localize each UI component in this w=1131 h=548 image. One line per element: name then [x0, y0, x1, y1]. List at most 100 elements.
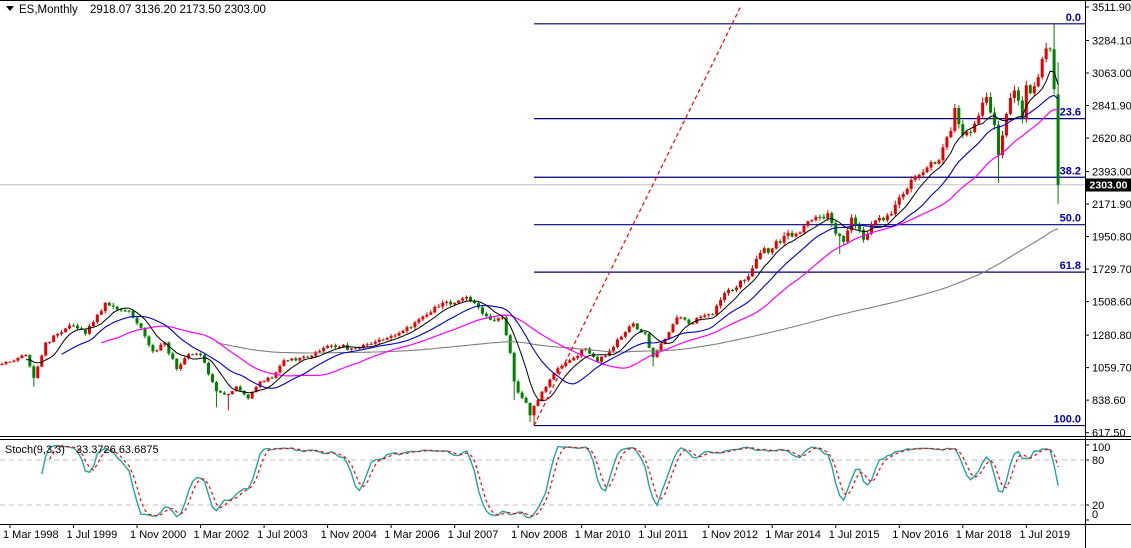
- candle-body: [481, 307, 484, 313]
- candle-body: [517, 382, 520, 393]
- candle-body: [703, 315, 706, 317]
- candle-body: [1033, 86, 1036, 93]
- fib-label-23.6: 23.6: [1060, 107, 1081, 119]
- indicator-plot-area[interactable]: [0, 441, 1085, 524]
- candle-body: [894, 205, 897, 214]
- candle-body: [322, 348, 325, 351]
- candle-body: [302, 357, 305, 358]
- candle-body: [219, 391, 222, 393]
- candle-body: [624, 332, 627, 337]
- candle-body: [433, 307, 436, 313]
- candle-body: [100, 311, 103, 314]
- candle-body: [1053, 49, 1056, 89]
- candle-body: [521, 393, 524, 398]
- candle-body: [290, 358, 293, 360]
- candle-body: [72, 325, 75, 326]
- candle-body: [1017, 90, 1020, 100]
- candle-body: [803, 226, 806, 233]
- candle-body: [84, 330, 87, 334]
- candle-body: [449, 302, 452, 305]
- candle-body: [652, 348, 655, 357]
- candle-body: [437, 307, 440, 308]
- candle-body: [56, 334, 59, 336]
- candle-body: [402, 331, 405, 333]
- fib-label-61.8: 61.8: [1060, 260, 1081, 272]
- time-axis[interactable]: [0, 525, 1085, 548]
- candle-body: [842, 236, 845, 242]
- candle-body: [421, 317, 424, 320]
- candle-body: [930, 162, 933, 167]
- candle-body: [394, 335, 397, 336]
- candle-body: [413, 322, 416, 327]
- candle-body: [334, 346, 337, 347]
- candle-body: [12, 361, 15, 362]
- fib-label-0.0: 0.0: [1066, 12, 1081, 24]
- candle-body: [382, 340, 385, 341]
- candle-body: [342, 345, 345, 347]
- candle-body: [155, 350, 158, 351]
- fib-label-50.0: 50.0: [1060, 213, 1081, 225]
- candle-body: [747, 276, 750, 279]
- candle-body: [390, 336, 393, 338]
- candle-body: [76, 326, 79, 329]
- candle-body: [556, 368, 559, 373]
- candle-body: [461, 298, 464, 300]
- candle-body: [540, 392, 543, 400]
- candle-body: [822, 217, 825, 219]
- candle-body: [949, 131, 952, 137]
- candle-body: [739, 281, 742, 288]
- candle-body: [191, 354, 194, 355]
- candle-body: [366, 344, 369, 345]
- candle-body: [787, 233, 790, 236]
- candle-body: [977, 116, 980, 124]
- candle-body: [1045, 48, 1048, 59]
- candle-body: [44, 343, 47, 356]
- candle-body: [890, 214, 893, 215]
- candle-body: [330, 346, 333, 347]
- candle-body: [493, 320, 496, 321]
- candle-body: [282, 360, 285, 366]
- candle-body: [763, 248, 766, 253]
- candle-body: [544, 387, 547, 392]
- candle-body: [854, 218, 857, 226]
- candle-body: [318, 351, 321, 352]
- candle-body: [799, 232, 802, 233]
- candle-body: [934, 162, 937, 164]
- candle-body: [147, 336, 150, 345]
- candle-body: [795, 234, 798, 237]
- candle-body: [310, 356, 313, 358]
- candle-body: [497, 318, 500, 320]
- price-axis[interactable]: [1086, 0, 1131, 524]
- candle-body: [247, 394, 250, 398]
- candle-body: [1029, 85, 1032, 93]
- candle-body: [906, 189, 909, 194]
- candle-body: [9, 362, 12, 363]
- candle-body: [52, 336, 55, 342]
- candle-body: [945, 137, 948, 147]
- candle-body: [620, 337, 623, 340]
- candle-body: [68, 325, 71, 328]
- candle-body: [715, 306, 718, 315]
- candle-body: [1009, 98, 1012, 114]
- candle-body: [1041, 59, 1044, 77]
- candle-body: [465, 297, 468, 298]
- candle-body: [151, 345, 154, 351]
- indicator-values: 33.3726 63.6875: [76, 444, 159, 456]
- candle-body: [1049, 48, 1052, 49]
- candle-body: [136, 318, 139, 324]
- candle-body: [231, 391, 234, 394]
- candle-body: [36, 367, 39, 378]
- candle-body: [195, 354, 198, 355]
- candle-body: [417, 319, 420, 322]
- ohlc-readout: 2918.07 3136.20 2173.50 2303.00: [90, 4, 266, 16]
- candle-body: [112, 306, 115, 307]
- candle-body: [406, 327, 409, 331]
- candle-body: [429, 312, 432, 314]
- candle-body: [727, 290, 730, 293]
- candle-body: [711, 314, 714, 315]
- candle-body: [124, 310, 127, 311]
- candle-body: [926, 168, 929, 173]
- candle-body: [271, 378, 274, 379]
- candle-body: [973, 123, 976, 132]
- candle-body: [775, 241, 778, 248]
